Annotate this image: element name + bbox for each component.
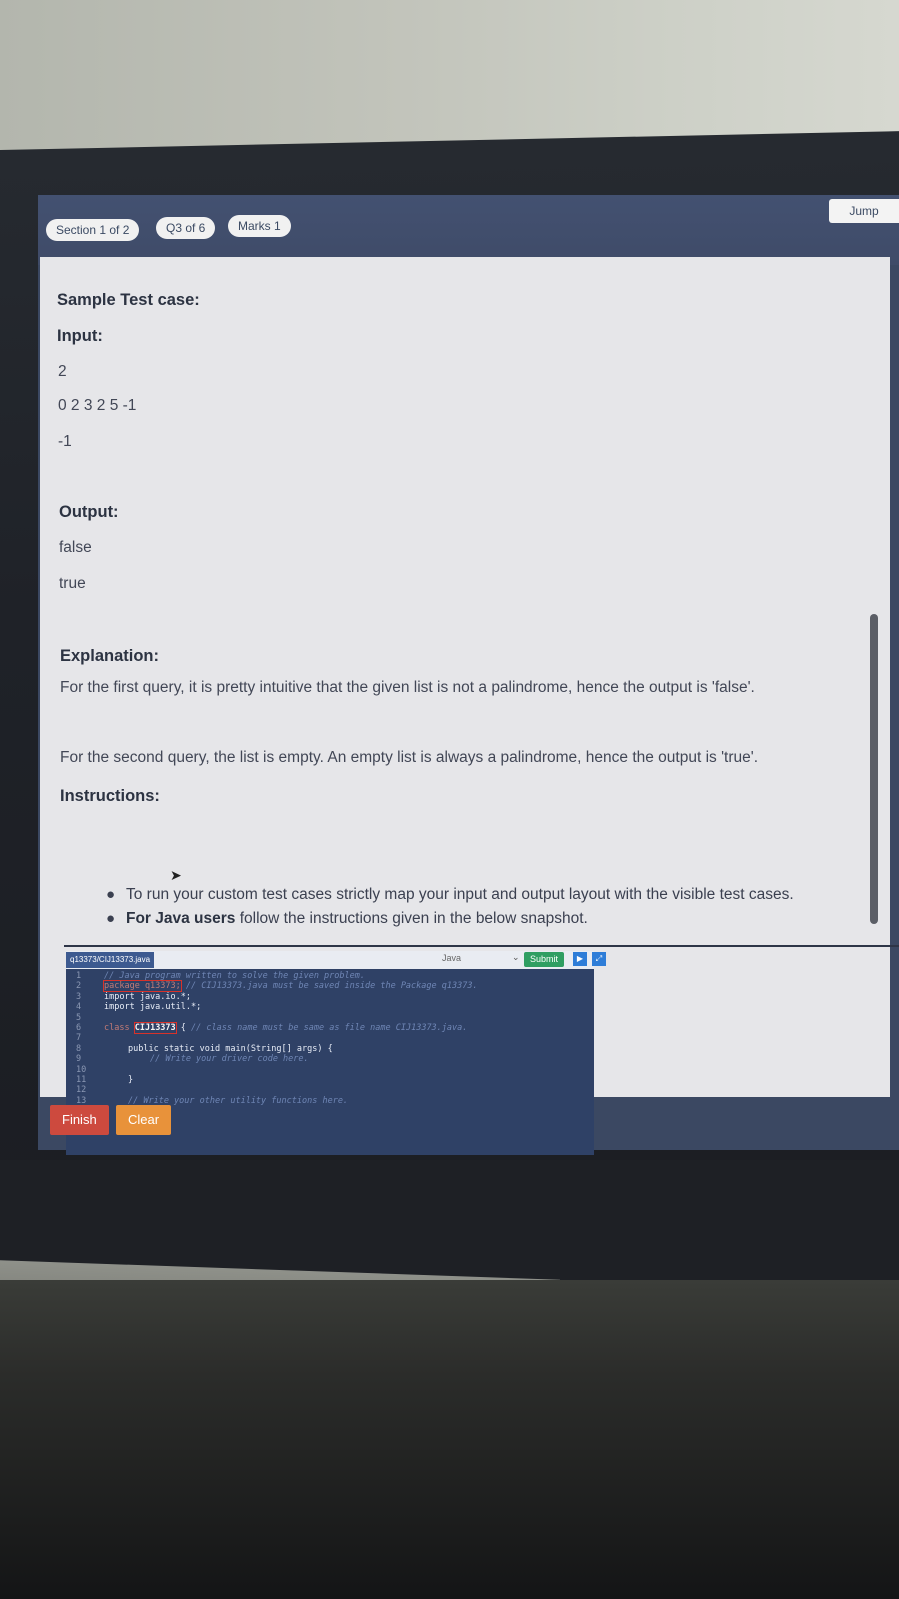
code-line: } <box>128 1075 134 1085</box>
code-keyword: class <box>104 1023 130 1033</box>
instructions-heading: Instructions: <box>60 787 160 805</box>
bullet-icon: ● <box>106 886 116 903</box>
input-line: 2 <box>58 363 67 380</box>
top-bar: Section 1 of 2 Q3 of 6 Marks 1 Jump <box>38 195 899 265</box>
jump-button[interactable]: Jump <box>829 199 899 223</box>
explanation-heading: Explanation: <box>60 647 160 665</box>
finish-button[interactable]: Finish <box>50 1105 109 1135</box>
class-name: CIJ13373 <box>133 1022 177 1034</box>
play-icon: ▶ <box>573 952 587 966</box>
output-line: true <box>59 575 86 592</box>
language-select: Java <box>442 953 462 963</box>
line-number: 2 <box>76 981 82 992</box>
line-number: 12 <box>76 1085 87 1096</box>
code-line: public static void main(String[] args) { <box>128 1043 333 1054</box>
question-panel: Sample Test case: Input: 2 0 2 3 2 5 -1 … <box>40 257 899 1155</box>
code-line: class CIJ13373 { // class name must be s… <box>104 1022 468 1034</box>
desk-shadow <box>0 1280 899 1599</box>
line-number: 9 <box>76 1054 82 1065</box>
explanation-text-1: For the first query, it is pretty intuit… <box>60 679 755 696</box>
clear-button[interactable]: Clear <box>116 1105 172 1135</box>
java-users-text: For Java users <box>126 910 236 927</box>
divider <box>64 945 899 947</box>
explanation-text-2: For the second query, the list is empty.… <box>60 749 759 766</box>
file-tab: q13373/CIJ13373.java <box>66 952 155 968</box>
input-line: -1 <box>58 433 72 450</box>
line-number: 10 <box>76 1064 87 1075</box>
instructions-list: ● To run your custom test cases strictly… <box>102 883 872 931</box>
code-line: import java.io.*; <box>104 991 191 1002</box>
screen: Section 1 of 2 Q3 of 6 Marks 1 Jump Samp… <box>38 195 899 1155</box>
code-line: // Java program written to solve the giv… <box>104 971 365 981</box>
sample-heading: Sample Test case: <box>57 291 200 309</box>
section-badge: Section 1 of 2 <box>46 219 140 241</box>
instruction-text: To run your custom test cases strictly m… <box>126 886 794 903</box>
input-heading: Input: <box>57 327 103 345</box>
line-number: 4 <box>76 1002 82 1013</box>
instruction-item: ● For Java users follow the instructions… <box>102 907 872 931</box>
package-declaration: package q13373; <box>103 980 182 993</box>
code-comment: // class name must be same as file name … <box>185 1023 468 1033</box>
line-number: 8 <box>76 1043 82 1054</box>
snapshot-toolbar: q13373/CIJ13373.java Java ⌄ Submit ▶ ⤢ <box>66 951 606 969</box>
mouse-cursor-icon: ➤ <box>170 867 182 883</box>
output-line: false <box>59 539 92 556</box>
code-brace: { <box>175 1023 186 1033</box>
marks-badge: Marks 1 <box>228 215 291 237</box>
expand-icon: ⤢ <box>592 952 606 966</box>
instruction-text: follow the instructions given in the bel… <box>235 910 588 927</box>
scrollbar[interactable] <box>870 614 878 924</box>
code-line: package q13373; // CIJ13373.java must be… <box>103 980 478 993</box>
line-number: 1 <box>76 971 82 981</box>
code-line: // Write your driver code here. <box>150 1054 309 1065</box>
chevron-down-icon: ⌄ <box>512 952 520 962</box>
line-number: 3 <box>76 991 82 1002</box>
snapshot-submit-button: Submit <box>524 952 565 967</box>
output-heading: Output: <box>59 503 119 521</box>
question-badge: Q3 of 6 <box>156 217 216 239</box>
line-number: 7 <box>76 1033 82 1044</box>
line-number: 11 <box>76 1075 87 1085</box>
bullet-icon: ● <box>106 910 116 927</box>
line-number: 6 <box>76 1023 82 1033</box>
line-number: 5 <box>76 1012 82 1023</box>
instruction-item: ● To run your custom test cases strictly… <box>102 883 872 907</box>
code-line: import java.util.*; <box>104 1002 202 1013</box>
input-line: 0 2 3 2 5 -1 <box>58 397 137 414</box>
code-comment: // CIJ13373.java must be saved inside th… <box>180 981 478 992</box>
